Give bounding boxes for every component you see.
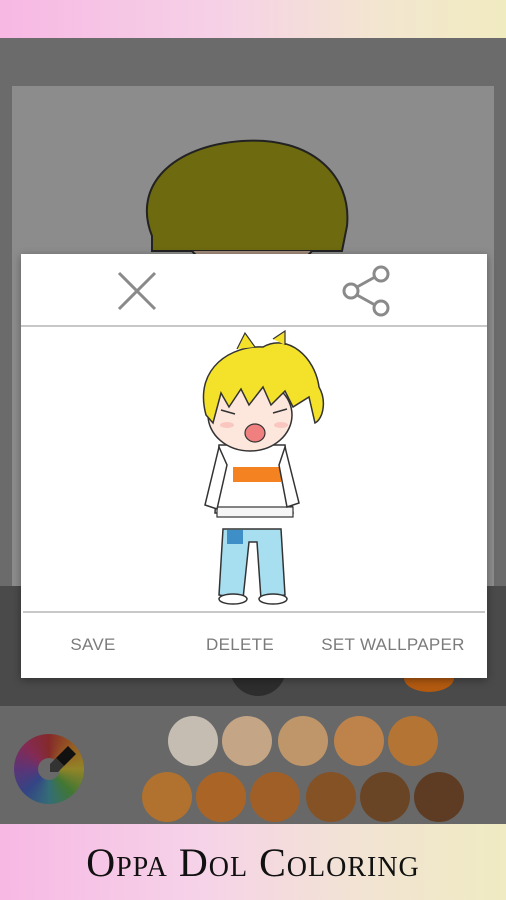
brush-icon[interactable] [46,742,80,776]
close-icon[interactable] [110,264,164,318]
share-icon[interactable] [339,264,393,318]
save-button[interactable]: SAVE [43,612,143,678]
color-swatch[interactable] [222,716,272,766]
color-swatch[interactable] [414,772,464,822]
colored-image-preview [23,327,485,613]
delete-button[interactable]: DELETE [187,612,293,678]
color-swatch[interactable] [250,772,300,822]
app-title: Oppa Dol Coloring [86,839,420,885]
dialog-actions: SAVE DELETE SET WALLPAPER [21,612,487,678]
color-swatch[interactable] [196,772,246,822]
dialog-header [21,254,487,327]
color-swatch[interactable] [306,772,356,822]
color-swatch[interactable] [360,772,410,822]
color-swatch[interactable] [168,716,218,766]
app-title-banner: Oppa Dol Coloring [0,824,506,900]
set-wallpaper-button[interactable]: SET WALLPAPER [311,612,475,678]
color-swatch[interactable] [142,772,192,822]
chibi-character-image [202,329,325,605]
color-swatch[interactable] [334,716,384,766]
status-bar [0,0,506,38]
color-swatch[interactable] [388,716,438,766]
saved-image-dialog: SAVE DELETE SET WALLPAPER [21,254,487,678]
color-swatch[interactable] [278,716,328,766]
